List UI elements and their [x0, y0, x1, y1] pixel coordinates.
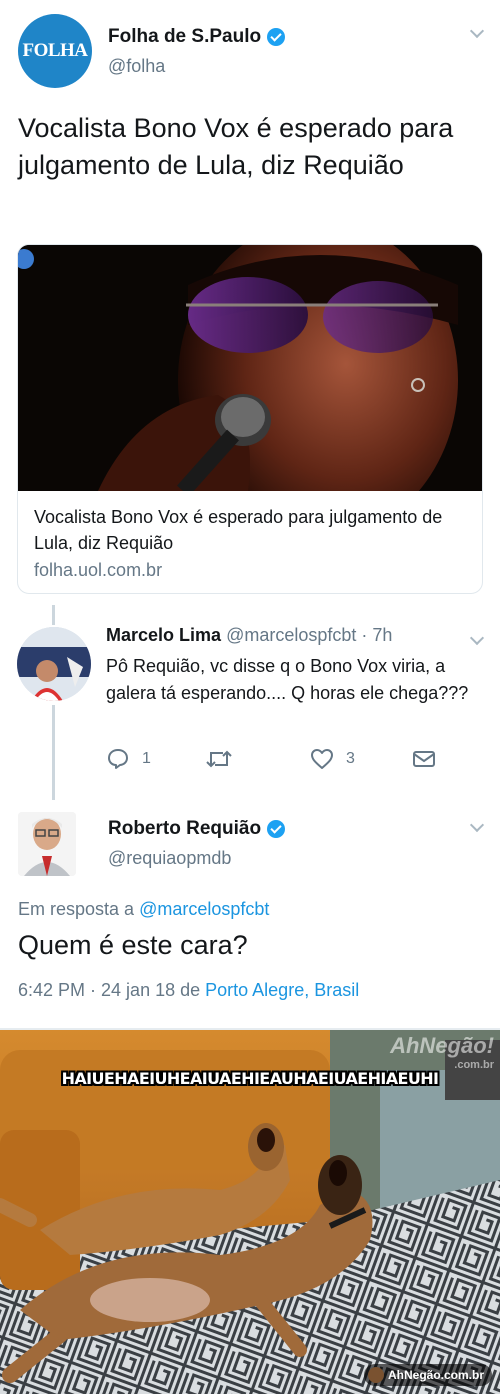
reply-handle-time[interactable]: @marcelospfcbt · 7h	[226, 625, 392, 645]
singer-photo	[18, 245, 482, 491]
tweet-folha: FOLHA Folha de S.Paulo @folha Vocalista …	[0, 0, 500, 605]
reply-text: Pô Requião, vc disse q o Bono Vox viria,…	[106, 656, 469, 703]
heart-icon	[311, 749, 333, 769]
reply-author-name[interactable]: Marcelo Lima	[106, 625, 221, 645]
author-name[interactable]: Folha de S.Paulo	[108, 26, 261, 48]
envelope-icon	[413, 751, 435, 767]
in-reply-prefix: Em resposta a	[18, 899, 135, 919]
like-count: 3	[346, 750, 355, 767]
watermark-top: AhNegão! .com.br	[390, 1033, 494, 1071]
verified-badge-icon	[267, 820, 286, 838]
card-url: folha.uol.com.br	[34, 560, 163, 580]
in-reply-to: Em resposta a @marcelospfcbt	[18, 899, 269, 920]
chevron-down-icon[interactable]	[469, 817, 485, 833]
message-action[interactable]	[412, 747, 436, 771]
author-handle[interactable]: @requiaopmdb	[108, 848, 231, 869]
verified-badge-icon	[267, 28, 286, 46]
reply-tweet: Marcelo Lima @marcelospfcbt · 7h Pô Requ…	[0, 605, 500, 800]
tweet-meta: 6:42 PM · 24 jan 18 de Porto Alegre, Bra…	[18, 980, 359, 1001]
meme-caption: HAIUEHAEIUHEAIUAEHIEAUHAEIUAEHIAEUHI	[61, 1069, 439, 1088]
avatar-roberto[interactable]	[18, 812, 76, 876]
watermark-top-text: AhNegão!	[390, 1033, 494, 1058]
chevron-down-icon[interactable]	[469, 630, 485, 646]
tweet-text: Vocalista Bono Vox é esperado para julga…	[18, 113, 454, 180]
avatar-photo	[17, 627, 91, 701]
tweet-requiao: Roberto Requião @requiaopmdb Em resposta…	[0, 800, 500, 1030]
link-card[interactable]: Vocalista Bono Vox é esperado para julga…	[17, 244, 483, 594]
thread-line-bottom	[52, 705, 55, 800]
thread-line-top	[52, 605, 55, 625]
watermark-bottom: AhNegão.com.br	[363, 1364, 492, 1386]
avatar-logo-text: FOLHA	[22, 40, 88, 61]
author-row: Roberto Requião	[108, 818, 286, 840]
author-row: Folha de S.Paulo	[108, 26, 286, 48]
reply-action[interactable]: 1	[106, 747, 151, 771]
reply-count: 1	[142, 750, 151, 767]
action-bar: 1 3	[106, 747, 446, 771]
in-reply-handle-link[interactable]: @marcelospfcbt	[139, 899, 269, 919]
card-title: Vocalista Bono Vox é esperado para julga…	[34, 507, 443, 553]
avatar-folha[interactable]: FOLHA	[18, 14, 92, 88]
like-action[interactable]: 3	[310, 747, 355, 771]
reply-header: Marcelo Lima @marcelospfcbt · 7h	[106, 625, 392, 646]
author-handle[interactable]: @folha	[108, 56, 165, 77]
retweet-action[interactable]	[206, 747, 244, 771]
author-name[interactable]: Roberto Requião	[108, 818, 261, 840]
tweet-timestamp[interactable]: 6:42 PM · 24 jan 18 de	[18, 980, 200, 1000]
tweet-text: Quem é este cara?	[18, 930, 248, 960]
location-link[interactable]: Porto Alegre, Brasil	[205, 980, 359, 1000]
retweet-icon	[206, 750, 232, 768]
avatar-photo	[18, 812, 76, 876]
meme-image: AhNegão! .com.br HAIUEHAEIUHEAIUAEHIEAUH…	[0, 1030, 500, 1394]
avatar-marcelo[interactable]	[17, 627, 91, 701]
reply-icon	[108, 749, 128, 769]
chevron-down-icon[interactable]	[469, 23, 485, 39]
card-image	[18, 245, 482, 491]
